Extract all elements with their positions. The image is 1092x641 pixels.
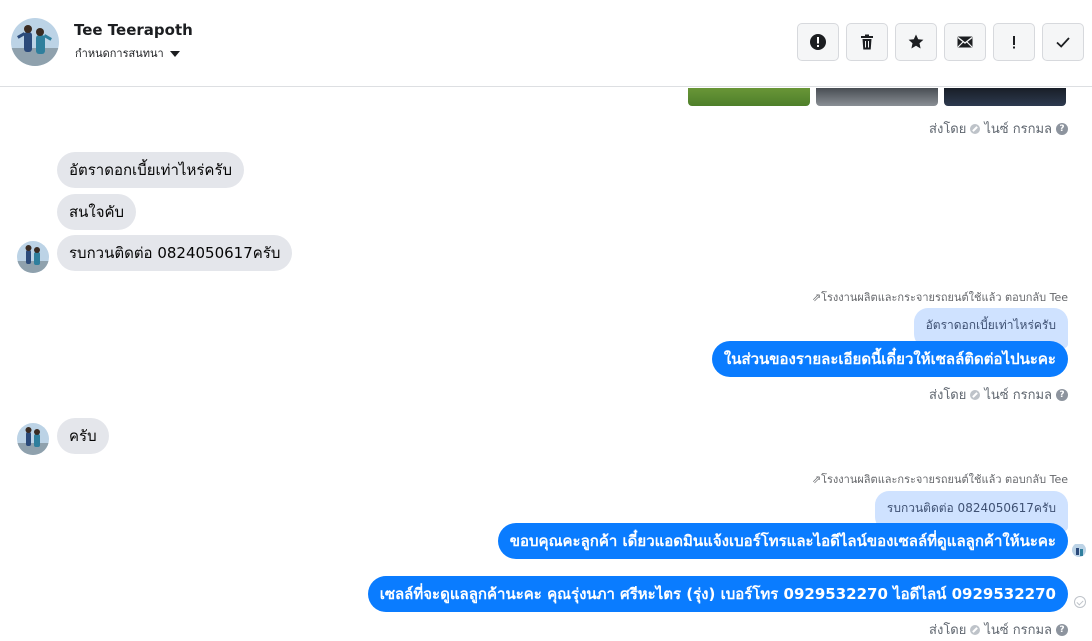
alert-circle-icon — [810, 34, 826, 50]
help-icon[interactable]: ? — [1056, 623, 1068, 636]
photo-attachment[interactable] — [688, 88, 810, 106]
photo-attachment[interactable] — [816, 88, 938, 106]
envelope-icon — [957, 36, 973, 48]
reply-context: ⇗โรงงานผลิตและกระจายรถยนต์ใช้แล้ว ตอบกลั… — [811, 291, 1068, 304]
incoming-message[interactable]: ครับ — [57, 418, 109, 454]
conversation-header: Tee Teerapoth กำหนดการสนทนา — [0, 0, 1092, 87]
alert-button[interactable] — [797, 23, 839, 61]
checkmark-icon — [1056, 37, 1070, 48]
sender-name[interactable]: ไนซ์ กรกมล — [984, 384, 1052, 405]
sent-by-info: ส่งโดย ไนซ์ กรกมล ? — [929, 619, 1068, 640]
sent-by-prefix: ส่งโดย — [929, 623, 967, 638]
contact-name[interactable]: Tee Teerapoth — [74, 21, 193, 39]
incoming-message[interactable]: รบกวนติดต่อ 0824050617ครับ — [57, 235, 293, 271]
page-badge-icon — [970, 624, 981, 635]
caret-down-icon — [169, 50, 180, 57]
contact-avatar-small[interactable] — [17, 423, 49, 455]
outgoing-message[interactable]: เซลล์ที่จะดูแลลูกค้านะคะ คุณรุ่งนภา ศรีห… — [367, 576, 1068, 612]
important-button[interactable] — [993, 23, 1035, 61]
exclamation-icon — [1013, 36, 1015, 49]
reply-arrow-icon: ⇗ — [811, 291, 822, 304]
contact-avatar-small[interactable] — [17, 241, 49, 273]
sent-by-info: ส่งโดย ไนซ์ กรกมล ? — [929, 384, 1068, 405]
conversation-toolbar — [797, 23, 1084, 61]
star-icon — [908, 34, 924, 49]
assign-label: กำหนดการสนทนา — [75, 47, 164, 60]
sent-by-prefix: ส่งโดย — [929, 388, 967, 403]
sent-by-info: ส่งโดย ไนซ์ กรกมล ? — [929, 118, 1068, 139]
page-badge-icon — [970, 389, 981, 400]
mark-done-button[interactable] — [1042, 23, 1084, 61]
outgoing-message[interactable]: ขอบคุณคะลูกค้า เดี๋ยวแอดมินแจ้งเบอร์โทรแ… — [497, 523, 1068, 559]
page-badge-icon — [970, 123, 981, 134]
contact-avatar[interactable] — [11, 18, 59, 66]
delete-button[interactable] — [846, 23, 888, 61]
sent-by-prefix: ส่งโดย — [929, 122, 967, 137]
reply-context: ⇗โรงงานผลิตและกระจายรถยนต์ใช้แล้ว ตอบกลั… — [811, 473, 1068, 486]
photo-attachment[interactable] — [944, 88, 1066, 106]
sender-name[interactable]: ไนซ์ กรกมล — [984, 118, 1052, 139]
star-button[interactable] — [895, 23, 937, 61]
incoming-message[interactable]: อัตราดอกเบี้ยเท่าไหร่ครับ — [57, 152, 245, 188]
reply-arrow-icon: ⇗ — [811, 473, 822, 486]
sent-status-icon — [1074, 596, 1086, 608]
help-icon[interactable]: ? — [1056, 388, 1068, 401]
mark-unread-button[interactable] — [944, 23, 986, 61]
outgoing-message[interactable]: ในส่วนของรายละเอียดนี้เดี๋ยวให้เซลล์ติดต… — [711, 341, 1068, 377]
incoming-message[interactable]: สนใจคับ — [57, 194, 137, 230]
message-thread[interactable]: ส่งโดย ไนซ์ กรกมล ? อัตราดอกเบี้ยเท่าไหร… — [0, 88, 1092, 641]
seen-avatar — [1072, 543, 1086, 557]
sender-name[interactable]: ไนซ์ กรกมล — [984, 619, 1052, 640]
trash-icon — [861, 34, 873, 50]
help-icon[interactable]: ? — [1056, 122, 1068, 135]
assign-conversation-dropdown[interactable]: กำหนดการสนทนา — [75, 44, 180, 62]
